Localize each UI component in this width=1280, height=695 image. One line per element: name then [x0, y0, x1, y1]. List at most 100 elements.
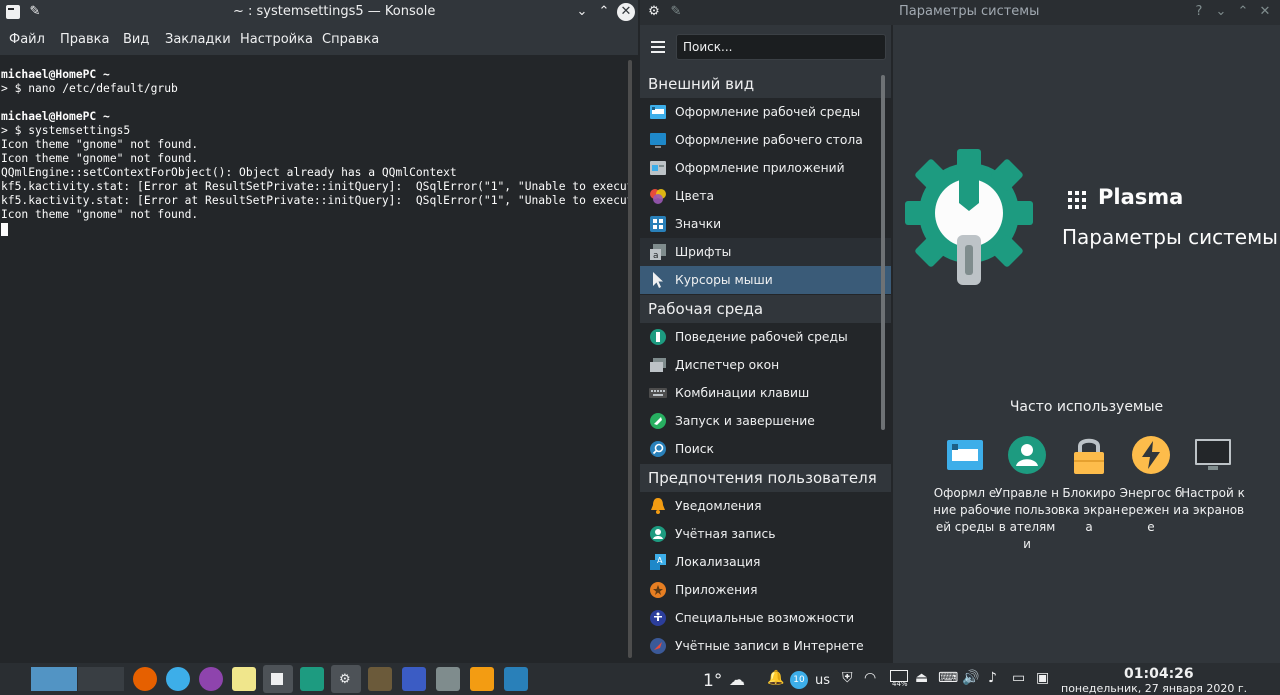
shield-icon[interactable]: ⛨ — [842, 670, 853, 686]
pin-icon[interactable]: ✎ — [26, 3, 44, 21]
minimize-button[interactable]: ⌄ — [573, 3, 591, 21]
system-monitor-icon[interactable] — [504, 667, 528, 691]
lock-icon — [1074, 438, 1104, 474]
notes-icon[interactable] — [232, 667, 256, 691]
terminal-scrollbar[interactable] — [628, 60, 632, 658]
hamburger-menu-icon[interactable] — [651, 41, 665, 53]
accessibility-icon — [650, 610, 666, 626]
sidebar-item-window-manager[interactable]: Диспетчер окон — [640, 351, 891, 379]
sidebar-item-fonts[interactable]: a Шрифты — [640, 238, 891, 266]
clipboard-icon[interactable]: ▭ — [1012, 670, 1025, 686]
pin-icon[interactable]: ✎ — [667, 3, 685, 21]
prompt-line: michael@HomePC ~ — [1, 110, 110, 123]
sidebar-item-notifications[interactable]: Уведомления — [640, 492, 891, 520]
sidebar-item-online-accounts[interactable]: Учётные записи в Интернете — [640, 632, 891, 660]
sidebar-scrollbar[interactable] — [881, 75, 885, 430]
konsole-task-icon[interactable] — [263, 665, 293, 693]
menu-settings[interactable]: Настройка — [240, 32, 313, 47]
sidebar-item-shortcuts[interactable]: Комбинации клавиш — [640, 379, 891, 407]
settings-app-icon: ⚙ — [648, 4, 660, 19]
menu-view[interactable]: Вид — [123, 32, 149, 47]
keyboard-icon — [649, 388, 667, 398]
sidebar-item-applications[interactable]: Приложения — [640, 576, 891, 604]
output-line: QQmlEngine::setContextForObject(): Objec… — [1, 166, 457, 179]
cloud-app-icon[interactable] — [470, 667, 494, 691]
prompt-line: michael@HomePC ~ — [1, 68, 110, 81]
frequent-item-users[interactable]: Управле ние пользов ателями — [995, 435, 1059, 553]
updates-badge-icon[interactable]: 10 — [790, 671, 808, 689]
sidebar-item-account[interactable]: Учётная запись — [640, 520, 891, 548]
menu-help[interactable]: Справка — [322, 32, 379, 47]
sidebar-item-workspace-theme[interactable]: Оформление рабочей среды — [640, 98, 891, 126]
app-launcher-icon[interactable] — [4, 667, 26, 691]
sidebar-item-workspace-behavior[interactable]: Поведение рабочей среды — [640, 323, 891, 351]
output-line: Icon theme "gnome" not found. — [1, 208, 199, 221]
clock-date[interactable]: понедельник, 27 января 2020 г. — [1061, 682, 1247, 695]
sidebar-item-search[interactable]: Поиск — [640, 435, 891, 463]
clock-time[interactable]: 01:04:26 — [1124, 666, 1194, 682]
settings-task-icon[interactable]: ⚙ — [331, 665, 361, 693]
konsole-window: ✎ ~ : systemsettings5 — Konsole ⌄ ⌃ ✕ Фа… — [0, 0, 638, 663]
menu-bookmarks[interactable]: Закладки — [165, 32, 231, 47]
sidebar-item-desktop-theme[interactable]: Оформление рабочего стола — [640, 126, 891, 154]
battery-icon[interactable]: 44% — [890, 670, 908, 688]
frequent-item-displays[interactable]: Настрой ка экранов — [1181, 435, 1245, 519]
display-icon — [1195, 439, 1231, 470]
frequent-item-screen-lock[interactable]: Блокиро вка экрана — [1057, 435, 1121, 536]
search-input[interactable] — [676, 34, 886, 60]
telegram-icon[interactable] — [166, 667, 190, 691]
settings-titlebar[interactable]: ⚙ ✎ Параметры системы ? ⌄ ⌃ ✕ — [640, 0, 1280, 25]
menu-edit[interactable]: Правка — [60, 32, 109, 47]
close-button[interactable]: ✕ — [617, 3, 635, 21]
terminal-app-icon — [6, 5, 20, 19]
volume-icon[interactable]: 🔊 — [962, 670, 979, 686]
desktop-theme-icon — [650, 133, 666, 148]
firefox-icon[interactable] — [133, 667, 157, 691]
sidebar-item-accessibility[interactable]: Специальные возможности — [640, 604, 891, 632]
output-line: Icon theme "gnome" not found. — [1, 138, 199, 151]
wifi-icon[interactable]: ◠ — [864, 670, 876, 686]
sidebar-item-icons[interactable]: Значки — [640, 210, 891, 238]
menubar: Файл Правка Вид Закладки Настройка Справ… — [0, 25, 638, 55]
podcast-icon[interactable] — [199, 667, 223, 691]
media-icon[interactable]: ♪ — [988, 670, 997, 686]
menu-file[interactable]: Файл — [9, 32, 45, 47]
frequent-item-workspace-theme[interactable]: Оформл ение рабочей среды — [933, 435, 997, 536]
help-button[interactable]: ? — [1190, 3, 1208, 21]
sidebar-item-app-style[interactable]: Оформление приложений — [640, 154, 891, 182]
minimize-button[interactable]: ⌄ — [1212, 3, 1230, 21]
close-button[interactable]: ✕ — [1256, 3, 1274, 21]
sidebar-item-cursor[interactable]: Курсоры мыши — [640, 266, 891, 294]
cloud-weather-icon[interactable]: ☁ — [729, 670, 745, 689]
gimp-icon[interactable] — [368, 667, 392, 691]
device-icon[interactable]: ▣ — [1036, 670, 1049, 686]
file-manager-icon[interactable] — [300, 667, 324, 691]
workspace-behavior-icon — [650, 329, 666, 345]
pager-desktop-1[interactable] — [31, 667, 77, 691]
frequent-item-power[interactable]: Энергос бережен ие — [1119, 435, 1183, 536]
weather-temperature[interactable]: 1° — [703, 671, 722, 691]
icons-icon — [650, 216, 666, 232]
document-icon[interactable] — [402, 667, 426, 691]
pager-desktop-2[interactable] — [78, 667, 124, 691]
terminal-output[interactable]: michael@HomePC ~ > $ nano /etc/default/g… — [0, 55, 628, 663]
keyboard-layout[interactable]: us — [815, 673, 830, 688]
settings-sidebar: Внешний вид Оформление рабочей среды Офо… — [640, 25, 891, 663]
notification-icon[interactable]: 🔔 — [767, 670, 784, 686]
konsole-titlebar[interactable]: ✎ ~ : systemsettings5 — Konsole ⌄ ⌃ ✕ — [0, 0, 638, 25]
maximize-button[interactable]: ⌃ — [1234, 3, 1252, 21]
sidebar-item-startup[interactable]: Запуск и завершение — [640, 407, 891, 435]
maximize-button[interactable]: ⌃ — [595, 3, 613, 21]
workspace-theme-icon — [947, 440, 983, 470]
sidebar-item-colors[interactable]: Цвета — [640, 182, 891, 210]
plasma-settings-logo-icon — [905, 149, 1033, 285]
user-icon — [650, 526, 666, 542]
fonts-icon: a — [650, 244, 666, 261]
window-manager-icon — [650, 358, 666, 372]
usb-icon[interactable]: ⏏ — [915, 670, 928, 686]
sidebar-item-locale[interactable]: A Локализация — [640, 548, 891, 576]
category-header: Предпочтения пользователя — [640, 464, 891, 492]
keyboard-tray-icon[interactable]: ⌨ — [938, 670, 958, 686]
calculator-icon[interactable] — [436, 667, 460, 691]
output-line: kf5.kactivity.stat: [Error at ResultSetP… — [1, 194, 628, 207]
